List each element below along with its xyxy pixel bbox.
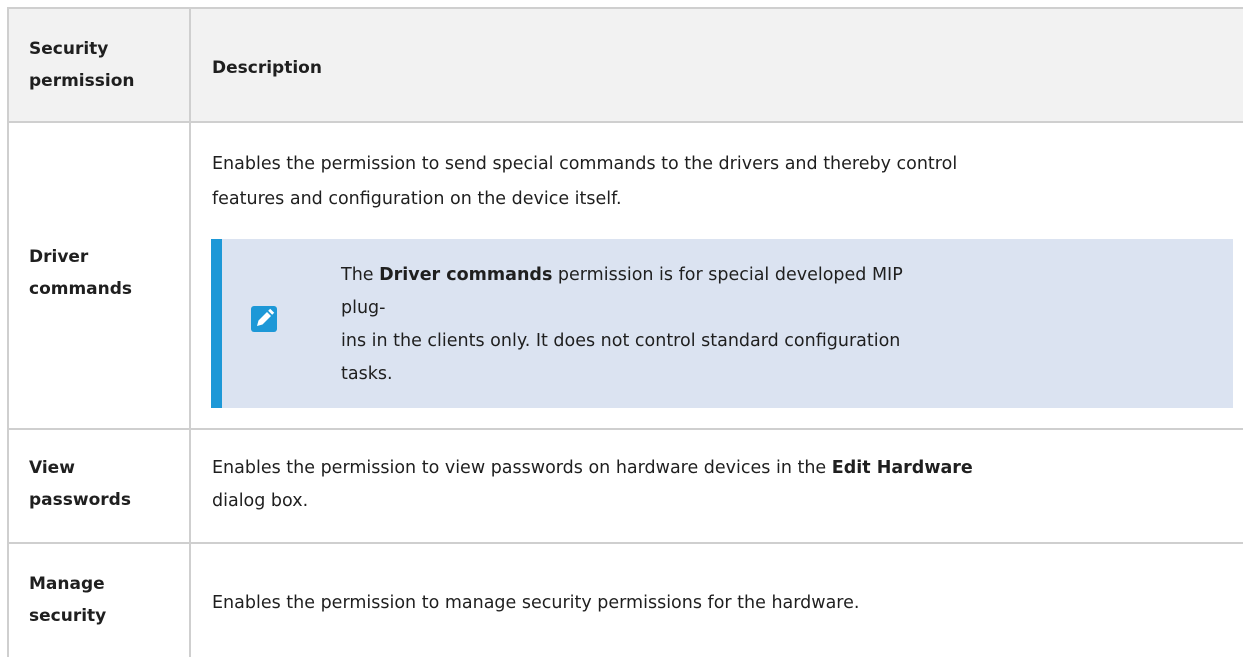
table-top-border [9, 7, 1243, 9]
header-row-border [9, 121, 1243, 123]
permission-driver-commands: Driver commands [29, 241, 132, 305]
header-security-permission: Security permission [29, 33, 134, 97]
table-header [9, 9, 1243, 121]
table-left-border [7, 7, 9, 657]
description-view-passwords: Enables the permission to view passwords… [212, 452, 973, 518]
note-text-span: The [341, 265, 380, 285]
header-col1-line: Security [29, 39, 109, 59]
description-line: Enables the permission to send special c… [212, 154, 958, 174]
note-accent-bar [211, 239, 222, 408]
row-border [9, 542, 1243, 544]
permission-line: security [29, 606, 107, 626]
note-text: The Driver commands permission is for sp… [341, 259, 921, 391]
permission-line: commands [29, 279, 133, 299]
permission-view-passwords: View passwords [29, 452, 131, 516]
header-col1-line: permission [29, 71, 135, 91]
permissions-table: Security permission Description Driver c… [0, 0, 1243, 657]
note-line: ins in the clients only. It does not con… [341, 331, 901, 351]
description-text-span: Enables the permission to view passwords… [212, 458, 832, 478]
description-line: Enables the permission to view passwords… [212, 452, 973, 485]
description-manage-security: Enables the permission to manage securit… [212, 593, 860, 613]
row-border [9, 428, 1243, 430]
header-description: Description [212, 58, 322, 78]
description-driver-commands: Enables the permission to send special c… [212, 148, 957, 216]
column-divider [189, 7, 191, 657]
permission-line: Driver [29, 247, 89, 267]
description-bold-term: Edit Hardware [831, 458, 973, 478]
permission-manage-security: Manage security [29, 568, 106, 632]
permission-line: passwords [29, 490, 131, 510]
note-bold-term: Driver commands [379, 265, 553, 285]
permission-line: View [29, 458, 75, 478]
pencil-note-icon [251, 306, 277, 332]
note-box: The Driver commands permission is for sp… [211, 239, 1233, 408]
permission-line: Manage [29, 574, 105, 594]
description-line: dialog box. [212, 491, 309, 511]
note-line: The Driver commands permission is for sp… [341, 259, 921, 325]
note-line: tasks. [341, 364, 393, 384]
description-line: features and configuration on the device… [212, 189, 622, 209]
